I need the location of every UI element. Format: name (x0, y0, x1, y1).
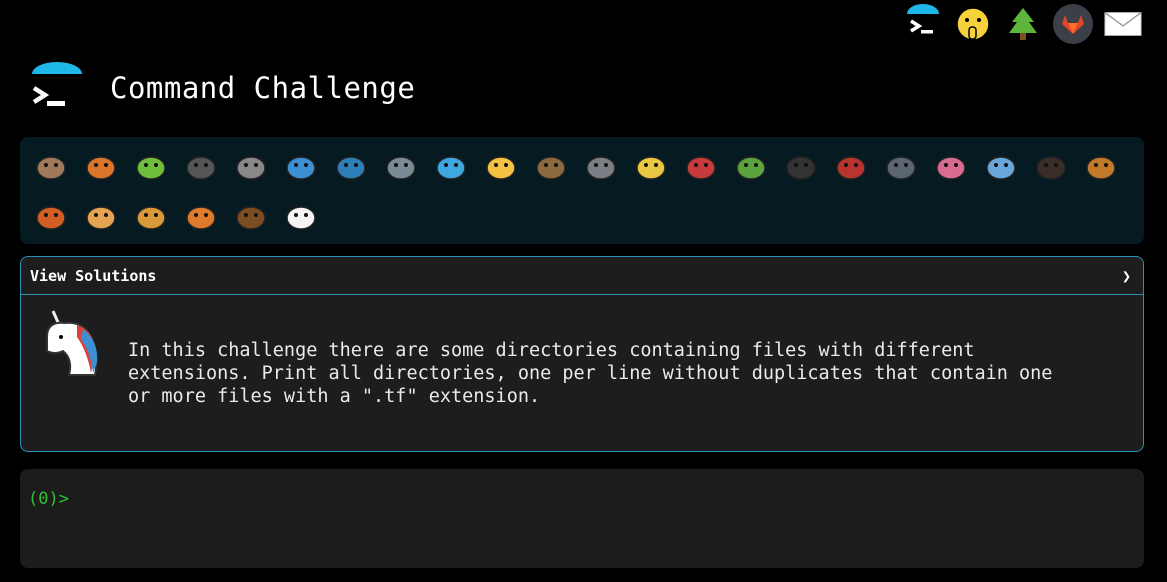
spider-icon[interactable] (776, 141, 826, 191)
tree-icon[interactable] (1003, 4, 1043, 44)
chevron-right-icon: ❯ (1121, 266, 1131, 285)
dog-icon[interactable] (1076, 141, 1126, 191)
view-solutions-toggle[interactable]: View Solutions ❯ (21, 257, 1143, 295)
cricket-icon[interactable] (726, 141, 776, 191)
whale-icon[interactable] (276, 141, 326, 191)
caterpillar-icon[interactable] (126, 141, 176, 191)
fly-icon[interactable] (876, 141, 926, 191)
cat-icon[interactable] (76, 191, 126, 241)
worm-icon[interactable] (926, 141, 976, 191)
challenge-panel: View Solutions ❯ In this challenge there… (20, 256, 1144, 452)
terminal-logo-icon[interactable] (28, 62, 86, 114)
tiger-icon[interactable] (176, 191, 226, 241)
shush-face-icon[interactable] (953, 4, 993, 44)
dolphin-icon[interactable] (376, 141, 426, 191)
tropical-fish-icon[interactable] (476, 141, 526, 191)
wolf-icon[interactable] (576, 141, 626, 191)
terminal-icon[interactable] (903, 4, 943, 44)
horse-icon[interactable] (226, 191, 276, 241)
challenge-body: In this challenge there are some directo… (21, 295, 1143, 451)
top-nav (903, 4, 1143, 44)
bee-icon[interactable] (626, 141, 676, 191)
challenge-description: In this challenge there are some directo… (128, 340, 1053, 407)
lion-icon[interactable] (126, 191, 176, 241)
microbe-icon[interactable] (976, 141, 1026, 191)
unicorn-icon (46, 310, 98, 376)
gitlab-icon[interactable] (1053, 4, 1093, 44)
terminal-input-area[interactable]: (0)> (20, 469, 1144, 568)
spider-web-icon[interactable] (226, 141, 276, 191)
ant-icon[interactable] (176, 141, 226, 191)
page-title: Command Challenge (110, 71, 416, 105)
mail-icon[interactable] (1103, 4, 1143, 44)
ladybug-icon[interactable] (676, 141, 726, 191)
shark-icon[interactable] (326, 141, 376, 191)
fox-icon[interactable] (26, 191, 76, 241)
fish-icon[interactable] (426, 141, 476, 191)
page-header: Command Challenge (28, 62, 415, 114)
blowfish-icon[interactable] (526, 141, 576, 191)
view-solutions-label: View Solutions (30, 266, 157, 285)
snail-icon[interactable] (26, 141, 76, 191)
terminal-prompt: (0)> (28, 489, 69, 509)
unicorn-icon[interactable] (276, 191, 326, 241)
butterfly-icon[interactable] (76, 141, 126, 191)
scorpion-icon[interactable] (826, 141, 876, 191)
challenge-selector (20, 137, 1144, 244)
monkey-icon[interactable] (1026, 141, 1076, 191)
